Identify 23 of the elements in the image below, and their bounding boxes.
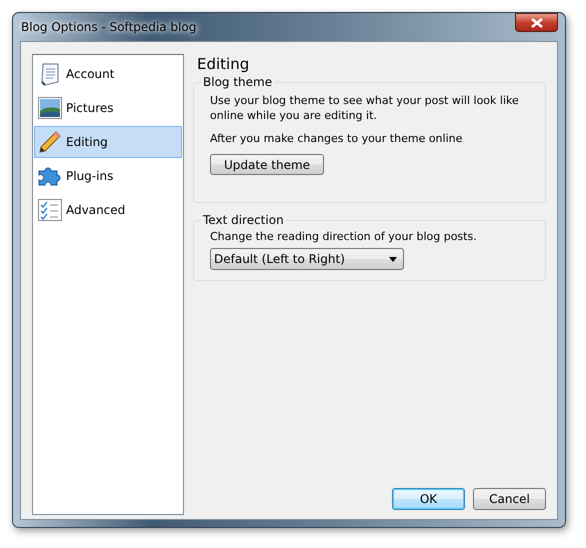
group-title: Blog theme — [202, 75, 274, 89]
sidebar-item[interactable]: Pictures — [34, 92, 182, 124]
puzzle-icon — [38, 165, 62, 187]
update-theme-button[interactable]: Update theme — [210, 154, 324, 175]
sidebar-item[interactable]: Plug-ins — [34, 160, 182, 192]
description-text: Use your blog theme to see what your post will look like online while you are editing it. — [210, 93, 520, 123]
close-icon — [530, 18, 544, 28]
landscape-icon — [38, 97, 62, 119]
note-text: After you make changes to your theme online — [210, 131, 464, 146]
window-title: Blog Options - Softpedia blog — [20, 20, 196, 34]
pencil-icon — [38, 130, 62, 154]
checklist-icon — [38, 199, 62, 221]
dropdown-arrow-icon — [389, 256, 397, 262]
sidebar-item[interactable]: Editing — [34, 126, 182, 158]
group-title: Text direction — [202, 213, 285, 227]
description-text: Change the reading direction of your blog posts. — [210, 229, 478, 244]
sidebar-item[interactable]: Advanced — [34, 194, 182, 226]
sidebar-item[interactable]: Account — [34, 58, 182, 90]
cancel-button[interactable]: Cancel — [473, 488, 546, 510]
direction-dropdown[interactable]: Default (Left to Right) — [210, 248, 404, 270]
page-heading: Editing — [197, 55, 250, 73]
ok-button[interactable]: OK — [392, 488, 465, 510]
close-button[interactable] — [515, 13, 558, 32]
